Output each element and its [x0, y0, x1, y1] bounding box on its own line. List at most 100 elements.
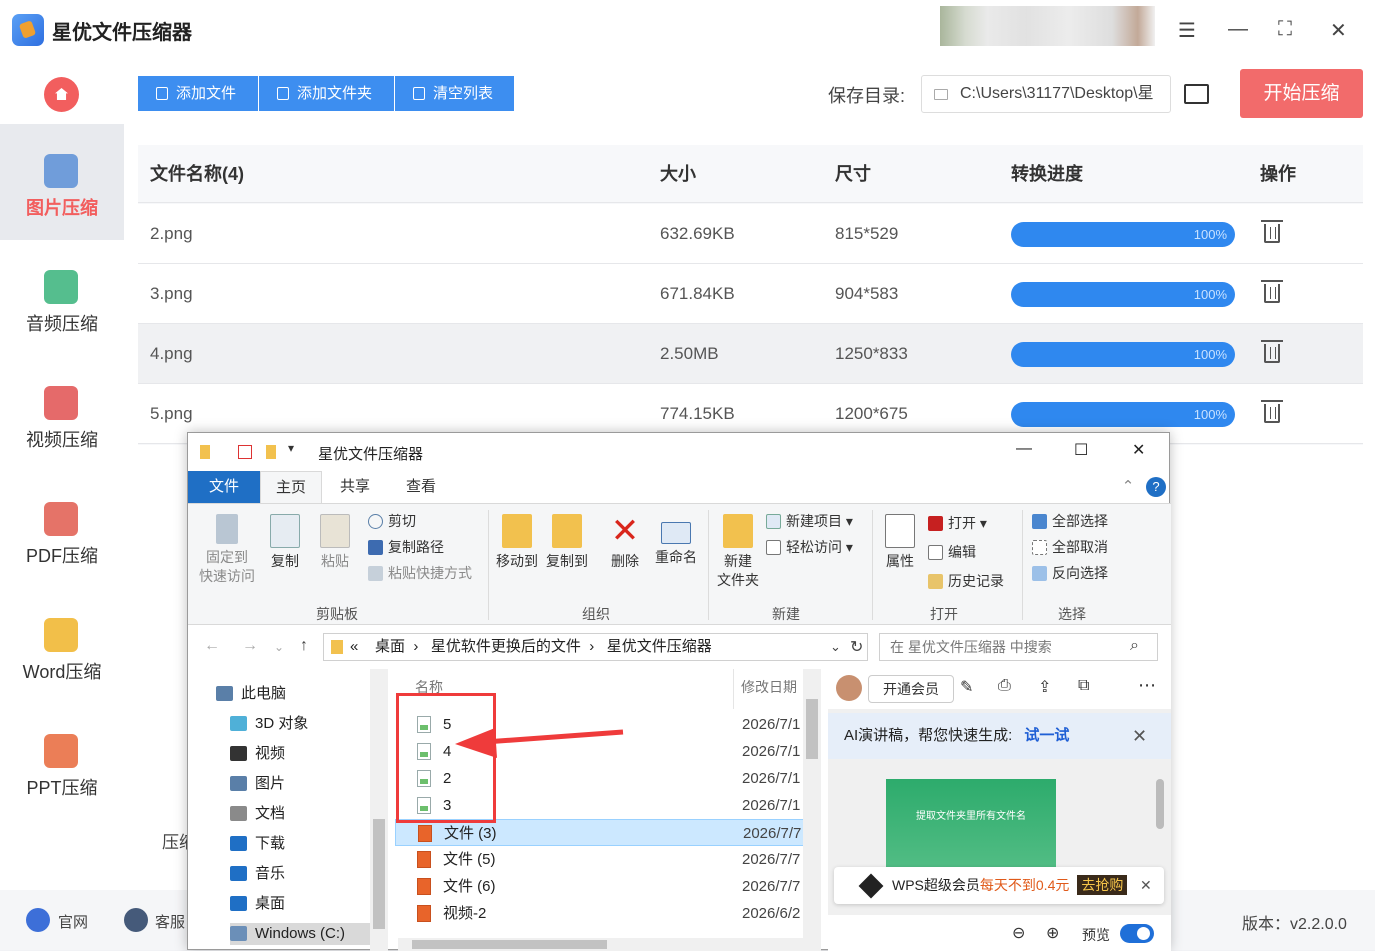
trash-icon[interactable] [1261, 340, 1283, 363]
file-list-item[interactable]: 视频-2 2026/6/2 [395, 900, 805, 927]
forward-arrow-icon[interactable]: → [242, 637, 258, 655]
ai-close-icon[interactable]: ✕ [1132, 713, 1147, 759]
folder-icon[interactable] [266, 445, 276, 459]
start-compress-button[interactable]: 开始压缩 [1240, 69, 1363, 118]
print-icon[interactable]: ⎙ [998, 677, 1011, 695]
tab-home[interactable]: 主页 [260, 471, 322, 503]
tree-item[interactable]: 视频 [230, 743, 285, 765]
column-divider[interactable] [733, 669, 734, 709]
save-path-input[interactable]: C:\Users\31177\Desktop\星 [921, 75, 1171, 113]
address-box[interactable]: « 桌面 › 星优软件更换后的文件 › 星优文件压缩器 [323, 633, 868, 661]
dropdown-icon[interactable]: ▾ [288, 441, 294, 455]
tree-item[interactable]: 桌面 [230, 893, 285, 915]
wps-close-icon[interactable]: ✕ [1140, 867, 1152, 904]
user-avatar[interactable] [836, 675, 862, 701]
paste-shortcut-button[interactable]: 粘贴快捷方式 [368, 564, 472, 583]
open-button[interactable]: 打开 ▾ [928, 514, 987, 533]
add-folder-button[interactable]: 添加文件夹 [259, 76, 394, 111]
zoom-out-icon[interactable]: ⊖ [1012, 923, 1025, 943]
select-all-button[interactable]: 全部选择 [1032, 512, 1108, 531]
recent-dropdown-icon[interactable]: ⌄ [274, 640, 284, 654]
search-input[interactable]: 在 星优文件压缩器 中搜索 [879, 633, 1158, 661]
share-icon[interactable]: ⇪ [1038, 677, 1051, 697]
user-avatar-blurred[interactable] [940, 6, 1155, 46]
rename-button[interactable]: 重命名 [652, 514, 700, 567]
file-list-item[interactable]: 文件 (3) 2026/7/7 [395, 819, 805, 846]
tree-item[interactable]: 下载 [230, 833, 285, 855]
tree-item[interactable]: 图片 [230, 773, 285, 795]
breadcrumb-folder[interactable]: 星优软件更换后的文件 [431, 638, 581, 655]
more-icon[interactable]: ⋯ [1138, 675, 1156, 696]
table-row[interactable]: 3.png 671.84KB 904*583 100% [138, 264, 1363, 324]
service-link[interactable]: 客服 [155, 911, 185, 932]
preview-toggle[interactable] [1120, 924, 1154, 943]
file-list-scrollbar[interactable] [803, 669, 821, 951]
sidebar-item-5[interactable]: PPT压缩 [0, 704, 124, 820]
up-arrow-icon[interactable]: ↑ [300, 637, 308, 655]
cut-button[interactable]: 剪切 [368, 512, 416, 531]
tree-item[interactable]: 文档 [230, 803, 285, 825]
maximize-icon[interactable]: ☐ [1074, 440, 1088, 460]
tree-scrollbar[interactable] [370, 669, 388, 951]
trash-icon[interactable] [1261, 220, 1283, 243]
copy-path-button[interactable]: 复制路径 [368, 538, 444, 557]
home-icon[interactable] [44, 77, 79, 112]
trash-icon[interactable] [1261, 280, 1283, 303]
sidebar-item-3[interactable]: PDF压缩 [0, 472, 124, 588]
breadcrumb-overflow[interactable]: « [350, 638, 358, 655]
maximize-icon[interactable]: ⛶ [1278, 18, 1292, 41]
file-list-hscrollbar[interactable] [398, 938, 803, 951]
add-file-button[interactable]: 添加文件 [138, 76, 258, 111]
clear-list-button[interactable]: 清空列表 [395, 76, 514, 111]
website-link[interactable]: 官网 [58, 911, 88, 932]
tab-file[interactable]: 文件 [188, 471, 260, 503]
tab-view[interactable]: 查看 [396, 471, 446, 503]
sidebar-item-4[interactable]: Word压缩 [0, 588, 124, 704]
edit-button[interactable]: 编辑 [928, 543, 976, 562]
file-scroll-thumb[interactable] [806, 699, 818, 759]
tree-item[interactable]: 3D 对象 [230, 713, 308, 735]
new-item-button[interactable]: 新建项目 ▾ [766, 512, 853, 531]
member-button[interactable]: 开通会员 [868, 675, 954, 703]
preview-scrollbar[interactable] [1153, 761, 1168, 861]
settings-sliders-icon[interactable]: ☰ [1178, 18, 1196, 43]
sidebar-item-0[interactable]: 图片压缩 [0, 124, 124, 240]
tree-item[interactable]: 音乐 [230, 863, 285, 885]
file-list-item[interactable]: 文件 (5) 2026/7/7 [395, 846, 805, 873]
pen-icon[interactable]: ✎ [960, 677, 973, 697]
col-modified-header[interactable]: 修改日期 [741, 677, 797, 697]
paste-button[interactable]: 粘贴 [316, 514, 354, 571]
file-list-item[interactable]: 文件 (6) 2026/7/7 [395, 873, 805, 900]
sidebar-item-2[interactable]: 视频压缩 [0, 356, 124, 472]
tree-scroll-thumb[interactable] [373, 819, 385, 929]
help-icon[interactable]: ? [1146, 477, 1166, 497]
tree-item[interactable]: Windows (C:) [230, 923, 370, 945]
easy-access-button[interactable]: 轻松访问 ▾ [766, 538, 853, 557]
wps-buy-button[interactable]: 去抢购 [1077, 875, 1128, 895]
minimize-icon[interactable]: — [1016, 440, 1032, 458]
checkbox-icon[interactable] [238, 445, 252, 459]
ai-try-link[interactable]: 试一试 [1024, 727, 1069, 744]
copy-button[interactable]: 复制 [266, 514, 304, 571]
table-row[interactable]: 4.png 2.50MB 1250*833 100% [138, 324, 1363, 384]
select-none-button[interactable]: 全部取消 [1032, 538, 1108, 557]
refresh-icon[interactable]: ↻ [850, 637, 863, 657]
copy-to-button[interactable]: 复制到 [544, 514, 590, 571]
invert-selection-button[interactable]: 反向选择 [1032, 564, 1108, 583]
close-icon[interactable]: ✕ [1330, 18, 1347, 43]
move-to-button[interactable]: 移动到 [494, 514, 540, 571]
table-row[interactable]: 2.png 632.69KB 815*529 100% [138, 204, 1363, 264]
collapse-ribbon-icon[interactable]: ⌃ [1118, 471, 1138, 503]
delete-button[interactable]: ✕ 删除 [608, 514, 642, 571]
back-arrow-icon[interactable]: ← [204, 637, 220, 655]
breadcrumb-current[interactable]: 星优文件压缩器 [607, 638, 712, 655]
zoom-in-icon[interactable]: ⊕ [1046, 923, 1059, 943]
breadcrumb-desktop[interactable]: 桌面 [375, 638, 405, 655]
open-folder-icon[interactable] [1184, 84, 1209, 104]
preview-scroll-thumb[interactable] [1156, 779, 1164, 829]
sidebar-item-1[interactable]: 音频压缩 [0, 240, 124, 356]
tree-item[interactable]: 此电脑 [216, 683, 286, 705]
export-icon[interactable]: ⧉ [1078, 677, 1089, 695]
trash-icon[interactable] [1261, 400, 1283, 423]
history-button[interactable]: 历史记录 [928, 572, 1004, 591]
